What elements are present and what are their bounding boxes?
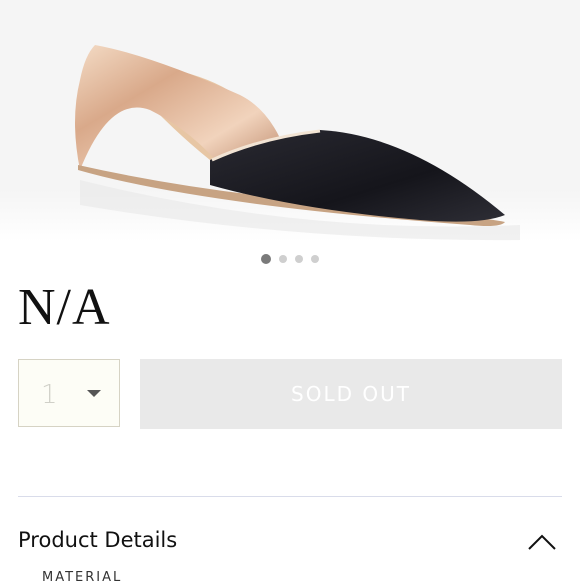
chevron-up-icon[interactable] [528, 534, 556, 550]
carousel-dot[interactable] [295, 255, 303, 263]
divider [18, 496, 562, 497]
material-heading: MATERIAL [42, 570, 123, 585]
carousel-dot[interactable] [261, 254, 271, 264]
carousel-dot[interactable] [311, 255, 319, 263]
product-title: N/A [18, 279, 111, 336]
product-details-title: Product Details [18, 528, 178, 552]
shoe-illustration [0, 0, 580, 242]
quantity-select[interactable]: 1 [18, 359, 120, 427]
carousel-indicator [0, 254, 580, 264]
carousel-dot[interactable] [279, 255, 287, 263]
sold-out-button[interactable]: SOLD OUT [140, 359, 562, 429]
product-image[interactable] [0, 0, 580, 242]
caret-down-icon [87, 390, 101, 397]
quantity-value: 1 [41, 380, 58, 410]
product-details-toggle[interactable]: Product Details [18, 520, 562, 560]
